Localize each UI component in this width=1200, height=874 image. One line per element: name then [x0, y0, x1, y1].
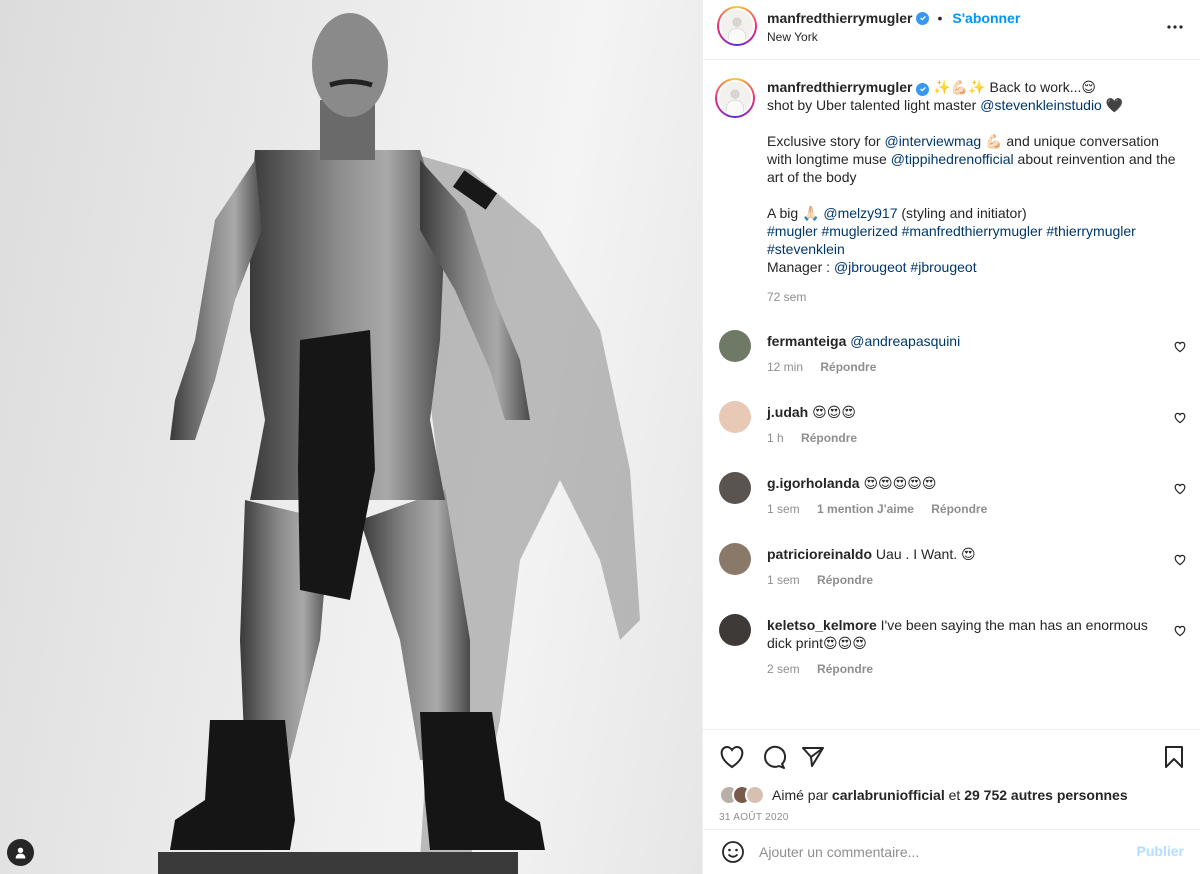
comment-text: j.udah 😍😍😍 [767, 397, 1160, 421]
comment-like-icon[interactable] [1174, 411, 1186, 427]
caption-p3b: (styling and initiator) [897, 205, 1027, 221]
commenter-avatar[interactable] [719, 472, 751, 504]
comment-input[interactable] [759, 838, 1119, 866]
commenter-avatar[interactable] [719, 330, 751, 362]
caption-text: manfredthierrymugler ✨💪🏻✨ Back to work..… [767, 78, 1184, 276]
comment-body: 😍😍😍😍😍 [863, 475, 937, 491]
comment-like-icon[interactable] [1174, 553, 1186, 569]
post-header: manfredthierrymugler • S'abonner New Yor… [703, 0, 1200, 60]
commenter-avatar[interactable] [719, 614, 751, 646]
comment-like-icon[interactable] [1174, 340, 1186, 356]
commenter-username[interactable]: keletso_kelmore [767, 617, 877, 633]
comment-body: 😍😍😍 [812, 404, 856, 420]
location-link[interactable]: New York [767, 30, 818, 44]
post-actions: Aimé par carlabrunio​fficial et 29 752 a… [703, 729, 1200, 829]
caption-p2a: Exclusive story for [767, 133, 885, 149]
emoji-icon[interactable] [721, 840, 745, 867]
comment-item: j.udah 😍😍😍 1 h Répondre [703, 397, 1200, 468]
caption-line1: ✨💪🏻✨ Back to work...😌 [929, 79, 1096, 95]
comment-text: keletso_kelmore I've been saying the man… [767, 610, 1160, 652]
mention-link[interactable]: @melzy917 [823, 205, 897, 221]
caption-heart: 🖤 [1101, 97, 1124, 113]
comment-meta: 1 h Répondre [767, 431, 1160, 445]
commenter-username[interactable]: j.udah [767, 404, 808, 420]
comment-text: fermanteiga @andreapasquini [767, 326, 1160, 350]
comment-time[interactable]: 1 sem [767, 573, 800, 587]
comment-item: keletso_kelmore I've been saying the man… [703, 610, 1200, 681]
comment-meta: 12 min Répondre [767, 360, 1160, 374]
comment-meta: 1 sem Répondre [767, 573, 1160, 587]
verified-icon [916, 82, 930, 96]
save-icon[interactable] [1164, 745, 1184, 772]
comment-body[interactable]: @andreapasquini [850, 333, 960, 349]
comment-meta: 2 sem Répondre [767, 662, 1160, 676]
like-icon[interactable] [719, 745, 745, 772]
hashtag-link[interactable]: #jbrougeot [907, 259, 976, 275]
verified-icon [916, 11, 930, 25]
comment-likes-count[interactable]: 1 mention J'aime [817, 502, 914, 516]
comment-time[interactable]: 2 sem [767, 662, 800, 676]
mention-link[interactable]: @tippihedrenofficial [891, 151, 1014, 167]
post-dialog: manfredthierrymugler • S'abonner New Yor… [0, 0, 1200, 874]
comment-time[interactable]: 1 sem [767, 502, 800, 516]
post-photo[interactable] [0, 0, 702, 874]
caption-p3a: A big 🙏🏻 [767, 205, 824, 221]
likes-count-link[interactable]: 29 752 autres personnes [964, 787, 1127, 803]
mention-link[interactable]: @interviewmag [884, 133, 981, 149]
hashtag-links[interactable]: #mugler #muglerized #manfredthierrymugle… [767, 223, 1136, 257]
post-caption: manfredthierrymugler ✨💪🏻✨ Back to work..… [703, 60, 1200, 304]
post-date[interactable]: 31 AOÛT 2020 [719, 812, 789, 823]
photo-figure [158, 13, 640, 874]
caption-avatar[interactable] [715, 78, 755, 118]
caption-manager-label: Manager : [767, 259, 834, 275]
more-options-icon[interactable] [1166, 18, 1184, 39]
comment-meta: 1 sem 1 mention J'aime Répondre [767, 502, 1160, 516]
commenter-username[interactable]: g.igorholanda [767, 475, 860, 491]
comment-like-icon[interactable] [1174, 482, 1186, 498]
liker-username[interactable]: carlabrunio​fficial [832, 787, 945, 803]
follow-button[interactable]: S'abonner [952, 10, 1020, 26]
comment-time[interactable]: 1 h [767, 431, 784, 445]
reply-button[interactable]: Répondre [817, 573, 873, 587]
share-icon[interactable] [801, 745, 825, 772]
comment-item: patricioreinaldo Uau . I Want. 😍 1 sem R… [703, 539, 1200, 610]
post-sidebar: manfredthierrymugler • S'abonner New Yor… [702, 0, 1200, 874]
comments-list[interactable]: manfredthierrymugler ✨💪🏻✨ Back to work..… [703, 60, 1200, 729]
reply-button[interactable]: Répondre [801, 431, 857, 445]
comment-body: Uau . I Want. 😍 [875, 546, 976, 562]
commenter-avatar[interactable] [719, 401, 751, 433]
comment-item: g.igorholanda 😍😍😍😍😍 1 sem 1 mention J'ai… [703, 468, 1200, 539]
comment-text: g.igorholanda 😍😍😍😍😍 [767, 468, 1160, 492]
caption-username[interactable]: manfredthierrymugler [767, 79, 912, 95]
caption-meta: 72 sem [767, 290, 1184, 304]
liker-avatar [745, 785, 765, 805]
comment-like-icon[interactable] [1174, 624, 1186, 640]
publish-button[interactable]: Publier [1137, 843, 1184, 859]
commenter-username[interactable]: patricioreinaldo [767, 546, 872, 562]
comment-composer: Publier [703, 829, 1200, 874]
author-avatar[interactable] [717, 6, 757, 46]
reply-button[interactable]: Répondre [820, 360, 876, 374]
mention-link[interactable]: @stevenkleinstudio [980, 97, 1102, 113]
tagged-users-button[interactable] [7, 839, 34, 866]
comment-text: patricioreinaldo Uau . I Want. 😍 [767, 539, 1160, 563]
user-icon [15, 847, 26, 859]
author-row: manfredthierrymugler • S'abonner [767, 10, 1020, 26]
likes-text: Aimé par carlabrunio​fficial et 29 752 a… [772, 787, 1128, 803]
separator-dot: • [937, 10, 943, 26]
commenter-avatar[interactable] [719, 543, 751, 575]
mention-link[interactable]: @jbrougeot [834, 259, 907, 275]
commenter-username[interactable]: fermanteiga [767, 333, 846, 349]
reply-button[interactable]: Répondre [931, 502, 987, 516]
author-username[interactable]: manfredthierrymugler [767, 10, 912, 26]
caption-time[interactable]: 72 sem [767, 290, 806, 304]
likes-summary: Aimé par carlabrunio​fficial et 29 752 a… [719, 785, 1128, 805]
comment-time[interactable]: 12 min [767, 360, 803, 374]
comment-icon[interactable] [761, 745, 787, 773]
caption-line1b: shot by Uber talented light master [767, 97, 981, 113]
reply-button[interactable]: Répondre [817, 662, 873, 676]
comment-item: fermanteiga @andreapasquini 12 min Répon… [703, 326, 1200, 397]
